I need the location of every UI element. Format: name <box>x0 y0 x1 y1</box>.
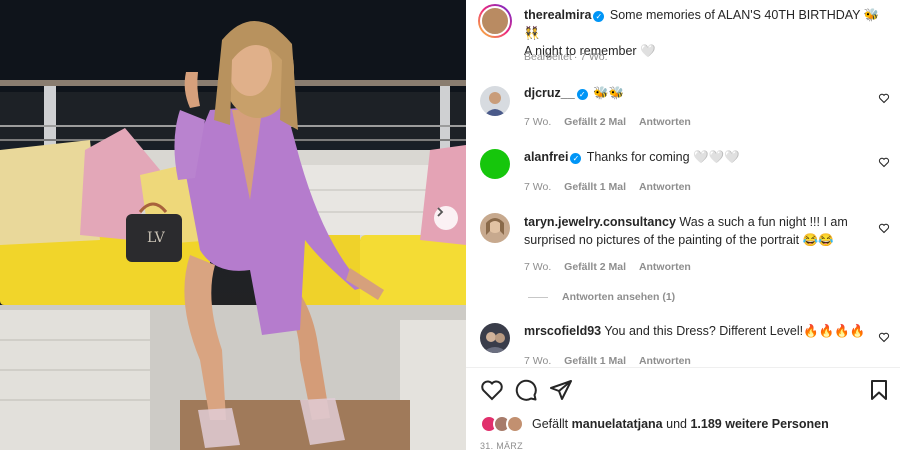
author-username[interactable]: therealmira <box>524 8 591 22</box>
action-bar-divider <box>466 367 900 368</box>
comment-username[interactable]: djcruz__ <box>524 86 575 100</box>
view-replies-button[interactable]: Antworten ansehen (1) <box>528 291 675 303</box>
heart-icon[interactable] <box>878 92 890 104</box>
edited-time: 7 Wo. <box>580 51 608 63</box>
heart-icon <box>481 380 503 401</box>
liked-by-user[interactable]: manuelatatjana <box>572 417 663 431</box>
like-button[interactable] <box>480 378 504 402</box>
heart-icon[interactable] <box>878 331 890 343</box>
author-avatar[interactable] <box>478 4 512 38</box>
comment-text: Thanks for coming 🤍🤍🤍 <box>586 150 740 164</box>
comment-time: 7 Wo. <box>524 116 552 128</box>
comment-button[interactable] <box>514 378 538 402</box>
djcruz-avatar-icon <box>484 92 506 116</box>
comment-meta: 7 Wo. Gefällt 2 Mal Antworten <box>524 116 701 128</box>
comment-time: 7 Wo. <box>524 261 552 273</box>
verified-badge-icon: ✓ <box>576 89 588 100</box>
comment-username[interactable]: alanfrei <box>524 150 568 164</box>
comment-username[interactable]: mrscofield93 <box>524 324 601 338</box>
heart-icon[interactable] <box>878 222 890 234</box>
liked-by-text: Gefällt manuelatatjana und 1.189 weitere… <box>532 417 829 431</box>
reply-button[interactable]: Antworten <box>639 355 691 367</box>
comment-avatar[interactable] <box>480 323 510 353</box>
verified-badge-icon: ✓ <box>593 11 605 22</box>
comment-row: alanfrei ✓ Thanks for coming 🤍🤍🤍 <box>524 148 740 166</box>
comment-avatar[interactable] <box>480 149 510 179</box>
save-button[interactable] <box>867 378 891 402</box>
mrscofield-avatar-icon <box>482 332 508 353</box>
comment-likes[interactable]: Gefällt 2 Mal <box>564 261 626 273</box>
comment-time: 7 Wo. <box>524 181 552 193</box>
caption-text: Some memories of ALAN'S 40TH BIRTHDAY <box>609 8 861 22</box>
comment-icon <box>515 379 537 401</box>
comment-meta: 7 Wo. Gefällt 2 Mal Antworten <box>524 261 701 273</box>
liked-by-avatars[interactable] <box>480 414 528 434</box>
comment-row: taryn.jewelry.consultancy Was a such a f… <box>524 213 884 249</box>
post-date[interactable]: 31. MÄRZ <box>480 441 523 450</box>
bookmark-icon <box>871 380 887 400</box>
view-replies-label: Antworten ansehen (1) <box>562 291 676 303</box>
post-viewer: LV therealmira ✓ Some memories of ALAN'S… <box>0 0 900 450</box>
reply-button[interactable]: Antworten <box>639 261 691 273</box>
comment-time: 7 Wo. <box>524 355 552 367</box>
comment-likes[interactable]: Gefällt 1 Mal <box>564 181 626 193</box>
liked-prefix: Gefällt <box>532 417 569 431</box>
verified-badge-icon: ✓ <box>570 153 582 164</box>
comment-text: Was a such a fun night !!! I am <box>679 215 848 229</box>
comment-meta: 7 Wo. Gefällt 1 Mal Antworten <box>524 181 701 193</box>
comment-text-line2: surprised no pictures of the painting of… <box>524 233 834 247</box>
photo-illustration: LV <box>0 0 466 450</box>
taryn-avatar-icon <box>486 218 504 235</box>
comment-meta: 7 Wo. Gefällt 1 Mal Antworten <box>524 355 701 367</box>
send-icon <box>550 380 572 400</box>
liked-others[interactable]: 1.189 weitere Personen <box>690 417 828 431</box>
edited-label: Bearbeitet <box>524 51 572 63</box>
heart-icon[interactable] <box>878 156 890 168</box>
next-photo-button[interactable] <box>434 206 458 230</box>
comment-likes[interactable]: Gefällt 2 Mal <box>564 116 626 128</box>
comment-text: 🐝🐝 <box>593 86 625 100</box>
comment-avatar[interactable] <box>480 213 510 243</box>
liker-avatar <box>506 415 524 433</box>
comment-row: mrscofield93 You and this Dress? Differe… <box>524 322 865 340</box>
reply-button[interactable]: Antworten <box>639 181 691 193</box>
comment-row: djcruz__ ✓ 🐝🐝 <box>524 84 624 102</box>
comment-avatar[interactable] <box>480 86 510 116</box>
comment-username[interactable]: taryn.jewelry.consultancy <box>524 215 676 229</box>
caption-meta: Bearbeitet · 7 Wo. <box>524 51 608 63</box>
comments-panel: therealmira ✓ Some memories of ALAN'S 40T… <box>466 0 900 450</box>
comment-text: You and this Dress? Different Level!🔥🔥🔥🔥 <box>604 324 866 338</box>
post-photo[interactable]: LV <box>0 0 466 450</box>
reply-button[interactable]: Antworten <box>639 116 691 128</box>
replies-divider <box>528 296 548 298</box>
comment-likes[interactable]: Gefällt 1 Mal <box>564 355 626 367</box>
liked-connector: und <box>666 417 687 431</box>
chevron-right-icon <box>437 207 444 217</box>
svg-text:LV: LV <box>147 230 166 246</box>
share-button[interactable] <box>549 378 573 402</box>
